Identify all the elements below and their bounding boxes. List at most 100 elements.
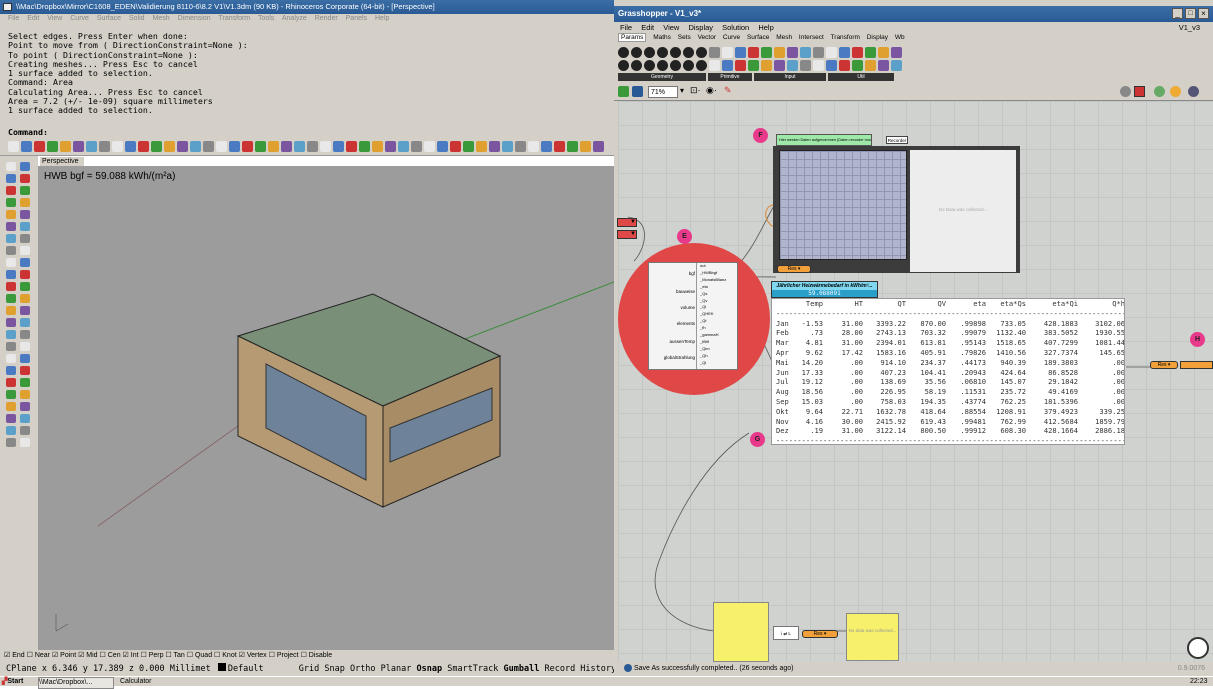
toolbar-tool-icon[interactable] — [502, 141, 513, 152]
toolbar-tool-icon[interactable] — [463, 141, 474, 152]
ribbon-component-icon[interactable] — [800, 60, 811, 71]
output-gammah[interactable]: _gammaH — [700, 332, 737, 339]
side-tool-icon[interactable] — [6, 246, 16, 255]
ribbon-component-icon[interactable] — [813, 60, 824, 71]
group-geometry[interactable]: Geometry — [618, 73, 706, 81]
close-button[interactable]: × — [1198, 8, 1209, 19]
maximize-button[interactable]: □ — [1185, 8, 1196, 19]
viewport-tab[interactable]: Perspective ▾ — [40, 157, 84, 174]
toolbar-tool-icon[interactable] — [372, 141, 383, 152]
graph-value-button[interactable]: Res ▾ — [777, 265, 811, 273]
output-qi[interactable]: _Qi — [700, 304, 737, 311]
toolbar-tool-icon[interactable] — [450, 141, 461, 152]
side-tool-icon[interactable] — [20, 342, 30, 351]
menu-view[interactable]: View — [47, 15, 62, 22]
toolbar-tool-icon[interactable] — [515, 141, 526, 152]
toolbar-tool-icon[interactable] — [60, 141, 71, 152]
toolbar-tool-icon[interactable] — [281, 141, 292, 152]
toolbar-tool-icon[interactable] — [346, 141, 357, 152]
navigation-compass[interactable] — [1187, 637, 1209, 659]
gh-menu-display[interactable]: Display — [688, 23, 713, 32]
perspective-viewport[interactable] — [38, 166, 615, 650]
bottom-data-panel[interactable] — [713, 602, 769, 662]
side-tool-icon[interactable] — [6, 174, 16, 183]
gh-menu-file[interactable]: File — [620, 23, 632, 32]
ribbon-component-icon[interactable] — [878, 60, 889, 71]
output-qim[interactable]: _Qim — [700, 346, 737, 353]
ribbon-component-icon[interactable] — [618, 47, 629, 58]
tab-params[interactable]: Params — [618, 33, 647, 42]
toolbar-tool-icon[interactable] — [190, 141, 201, 152]
tab-curve[interactable]: Curve — [723, 34, 740, 41]
side-tool-icon[interactable] — [20, 294, 30, 303]
status-modes[interactable]: Grid Snap Ortho Planar — [299, 664, 412, 674]
ribbon-component-icon[interactable] — [813, 47, 824, 58]
side-tool-icon[interactable] — [6, 198, 16, 207]
zoom-field[interactable]: 71% — [648, 86, 678, 98]
menu-file[interactable]: File — [8, 15, 19, 22]
side-tool-icon[interactable] — [20, 438, 30, 447]
ribbon-component-icon[interactable] — [839, 47, 850, 58]
command-prompt[interactable]: Command: — [0, 126, 614, 138]
eye-icon[interactable]: ◉· — [706, 85, 717, 96]
menu-render[interactable]: Render — [315, 15, 338, 22]
ribbon-component-icon[interactable] — [839, 60, 850, 71]
toolbar-tool-icon[interactable] — [567, 141, 578, 152]
ribbon-component-icon[interactable] — [670, 60, 681, 71]
output-qh[interactable]: _Qh — [700, 353, 737, 360]
ribbon-component-icon[interactable] — [852, 47, 863, 58]
ribbon-component-icon[interactable] — [709, 47, 720, 58]
preview-mode-icon[interactable] — [1120, 86, 1131, 97]
cluster-component[interactable]: bgf bauweise volume elements aussenTemp … — [648, 262, 738, 370]
ribbon-component-icon[interactable] — [787, 60, 798, 71]
ribbon-component-icon[interactable] — [657, 60, 668, 71]
side-tool-icon[interactable] — [6, 294, 16, 303]
tab-vector[interactable]: Vector — [698, 34, 716, 41]
toolbar-tool-icon[interactable] — [99, 141, 110, 152]
sketch-icon[interactable]: ✎ — [724, 85, 732, 96]
ribbon-component-icon[interactable] — [891, 47, 902, 58]
toolbar-tool-icon[interactable] — [164, 141, 175, 152]
ribbon-component-icon[interactable] — [826, 60, 837, 71]
side-tool-icon[interactable] — [20, 390, 30, 399]
input-bgf[interactable]: bgf — [649, 271, 695, 276]
gh-menu-view[interactable]: View — [663, 23, 679, 32]
ribbon-component-icon[interactable] — [748, 47, 759, 58]
tab-transform[interactable]: Transform — [831, 34, 860, 41]
toolbar-tool-icon[interactable] — [125, 141, 136, 152]
side-tool-icon[interactable] — [6, 318, 16, 327]
output-qi2[interactable]: _Qi — [700, 360, 737, 367]
tab-display[interactable]: Display — [867, 34, 888, 41]
toolbar-tool-icon[interactable] — [398, 141, 409, 152]
ribbon-component-icon[interactable] — [878, 47, 889, 58]
side-tool-icon[interactable] — [6, 402, 16, 411]
menu-solid[interactable]: Solid — [129, 15, 145, 22]
input-dropdown-1[interactable]: ▼ — [617, 218, 637, 227]
ribbon-component-icon[interactable] — [670, 47, 681, 58]
tab-wb[interactable]: Wb — [895, 34, 905, 41]
shaded-preview-icon[interactable] — [1154, 86, 1165, 97]
output-qv[interactable]: _Qv — [700, 298, 737, 305]
side-tool-icon[interactable] — [20, 210, 30, 219]
side-tool-icon[interactable] — [20, 270, 30, 279]
tab-sets[interactable]: Sets — [678, 34, 691, 41]
hwb-panel[interactable]: Jährlicher Heizwärmebedarf in kWh/m²... … — [771, 281, 878, 298]
group-util[interactable]: Util — [828, 73, 894, 81]
toolbar-tool-icon[interactable] — [489, 141, 500, 152]
output-eta[interactable]: _eta — [700, 284, 737, 291]
ribbon-component-icon[interactable] — [826, 47, 837, 58]
toolbar-tool-icon[interactable] — [203, 141, 214, 152]
display-options-icon[interactable] — [1188, 86, 1199, 97]
ribbon-component-icon[interactable] — [735, 60, 746, 71]
ribbon-component-icon[interactable] — [865, 60, 876, 71]
ribbon-component-icon[interactable] — [631, 60, 642, 71]
toolbar-tool-icon[interactable] — [385, 141, 396, 152]
side-tool-icon[interactable] — [20, 426, 30, 435]
ribbon-component-icon[interactable] — [696, 47, 707, 58]
output-qhek[interactable]: _QHEK — [700, 311, 737, 318]
output-qt[interactable]: _Qt — [700, 318, 737, 325]
side-tool-icon[interactable] — [6, 234, 16, 243]
tab-maths[interactable]: Maths — [653, 34, 671, 41]
toolbar-tool-icon[interactable] — [177, 141, 188, 152]
status-layer[interactable]: Default — [228, 664, 264, 674]
